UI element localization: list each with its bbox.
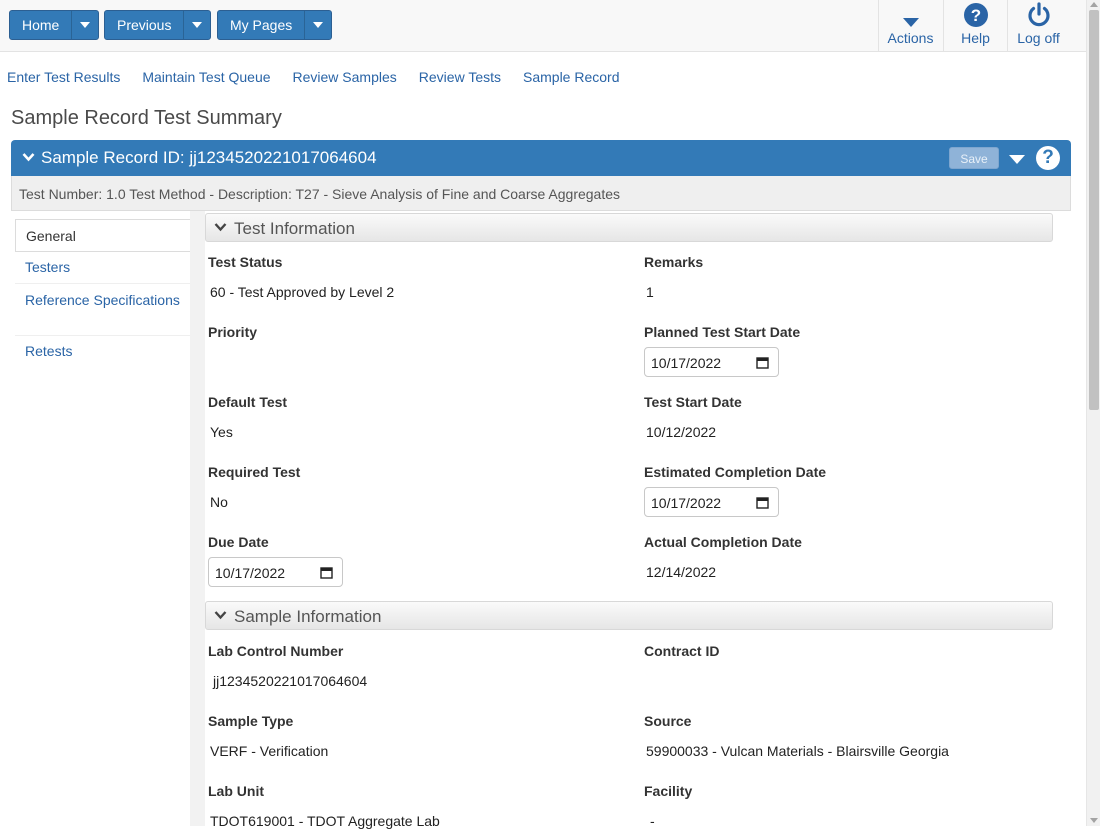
previous-button-group[interactable]: Previous: [104, 10, 212, 40]
test-start-value: 10/12/2022: [646, 424, 717, 440]
planned-start-date-value: 10/17/2022: [651, 355, 722, 371]
estimated-completion-date-value: 10/17/2022: [651, 495, 722, 511]
home-button-group[interactable]: Home: [9, 10, 100, 40]
help-button[interactable]: ? Help: [943, 0, 1007, 52]
calendar-icon[interactable]: [756, 356, 769, 369]
default-test-value: Yes: [210, 424, 233, 440]
priority-label: Priority: [208, 324, 258, 340]
section-title: Test Information: [234, 219, 355, 238]
chevron-down-icon: [214, 223, 227, 232]
power-icon: [1027, 2, 1050, 27]
lab-unit-label: Lab Unit: [208, 783, 264, 799]
test-status-value: 60 - Test Approved by Level 2: [210, 284, 395, 300]
source-label: Source: [644, 713, 692, 729]
mypages-button-group[interactable]: My Pages: [217, 10, 333, 40]
save-button[interactable]: Save: [949, 147, 999, 169]
page-title: Sample Record Test Summary: [11, 107, 282, 129]
planned-start-label: Planned Test Start Date: [644, 324, 801, 340]
lab-control-number-value: jj1234520221017064604: [213, 673, 368, 689]
contract-id-label: Contract ID: [644, 643, 720, 659]
sample-type-label: Sample Type: [208, 713, 294, 729]
scrollbar-thumb[interactable]: [1089, 10, 1099, 410]
sidebar-item-general[interactable]: General: [15, 219, 190, 252]
chevron-down-icon: [214, 611, 227, 620]
record-help-icon[interactable]: ?: [1036, 146, 1060, 170]
due-date-label: Due Date: [208, 534, 269, 550]
actions-label: Actions: [887, 30, 934, 46]
quick-links: Enter Test Results Maintain Test Queue R…: [7, 69, 620, 85]
record-header: Sample Record ID: jj1234520221017064604 …: [11, 140, 1071, 176]
due-date-input[interactable]: 10/17/2022: [208, 557, 343, 587]
due-date-value: 10/17/2022: [215, 565, 286, 581]
estimated-completion-label: Estimated Completion Date: [644, 464, 827, 480]
required-test-value: No: [210, 494, 228, 510]
sidebar: General Testers Reference Specifications…: [0, 211, 190, 826]
sample-information-header[interactable]: Sample Information: [205, 601, 1053, 630]
logoff-label: Log off: [1017, 30, 1060, 46]
scroll-down-icon[interactable]: [1090, 818, 1098, 823]
source-value: 59900033 - Vulcan Materials - Blairsvill…: [646, 743, 949, 759]
caret-down-icon: [902, 18, 919, 27]
test-status-label: Test Status: [208, 254, 283, 270]
home-button[interactable]: Home: [10, 11, 73, 39]
calendar-icon[interactable]: [320, 566, 333, 579]
test-information-header[interactable]: Test Information: [205, 213, 1053, 242]
content-gutter: [190, 211, 205, 826]
mypages-dropdown-toggle[interactable]: [305, 11, 332, 39]
mypages-button[interactable]: My Pages: [218, 11, 306, 39]
sidebar-item-testers[interactable]: Testers: [15, 252, 190, 284]
remarks-label: Remarks: [644, 254, 704, 270]
scroll-up-icon[interactable]: [1090, 2, 1098, 7]
svg-text:?: ?: [970, 6, 980, 25]
caret-down-icon: [80, 22, 91, 28]
facility-value: -: [650, 813, 655, 829]
actions-button[interactable]: Actions: [878, 0, 942, 52]
previous-dropdown-toggle[interactable]: [184, 11, 211, 39]
link-sample-record[interactable]: Sample Record: [523, 69, 620, 85]
home-dropdown-toggle[interactable]: [72, 11, 99, 39]
remarks-value: 1: [646, 284, 654, 300]
actual-completion-label: Actual Completion Date: [644, 534, 802, 550]
more-actions-caret-icon[interactable]: [1009, 155, 1025, 164]
help-label: Help: [961, 30, 990, 46]
estimated-completion-date-input[interactable]: 10/17/2022: [644, 487, 779, 517]
test-start-label: Test Start Date: [644, 394, 742, 410]
default-test-label: Default Test: [208, 394, 288, 410]
record-title: Sample Record ID: jj1234520221017064604: [41, 148, 377, 167]
top-toolbar: Home Previous My Pages Actions ? Help Lo…: [0, 0, 1086, 52]
calendar-icon[interactable]: [756, 496, 769, 509]
logoff-button[interactable]: Log off: [1007, 0, 1069, 52]
sidebar-item-retests[interactable]: Retests: [15, 336, 190, 368]
help-icon: ?: [963, 3, 988, 27]
caret-down-icon: [313, 22, 324, 28]
required-test-label: Required Test: [208, 464, 301, 480]
vertical-scrollbar[interactable]: [1086, 0, 1100, 826]
lab-control-number-label: Lab Control Number: [208, 643, 344, 659]
caret-down-icon: [192, 22, 203, 28]
section-title: Sample Information: [234, 607, 382, 626]
sample-type-value: VERF - Verification: [210, 743, 329, 759]
previous-button[interactable]: Previous: [105, 11, 185, 39]
actual-completion-value: 12/14/2022: [646, 564, 717, 580]
link-enter-test-results[interactable]: Enter Test Results: [7, 69, 120, 85]
lab-unit-value: TDOT619001 - TDOT Aggregate Lab: [210, 813, 440, 829]
link-maintain-test-queue[interactable]: Maintain Test Queue: [142, 69, 270, 85]
planned-start-date-input[interactable]: 10/17/2022: [644, 347, 779, 377]
facility-label: Facility: [644, 783, 693, 799]
chevron-down-icon[interactable]: [22, 152, 35, 162]
link-review-samples[interactable]: Review Samples: [293, 69, 397, 85]
link-review-tests[interactable]: Review Tests: [419, 69, 501, 85]
test-description: Test Number: 1.0 Test Method - Descripti…: [11, 176, 1071, 211]
sidebar-item-reference-specifications[interactable]: Reference Specifications: [15, 284, 190, 336]
